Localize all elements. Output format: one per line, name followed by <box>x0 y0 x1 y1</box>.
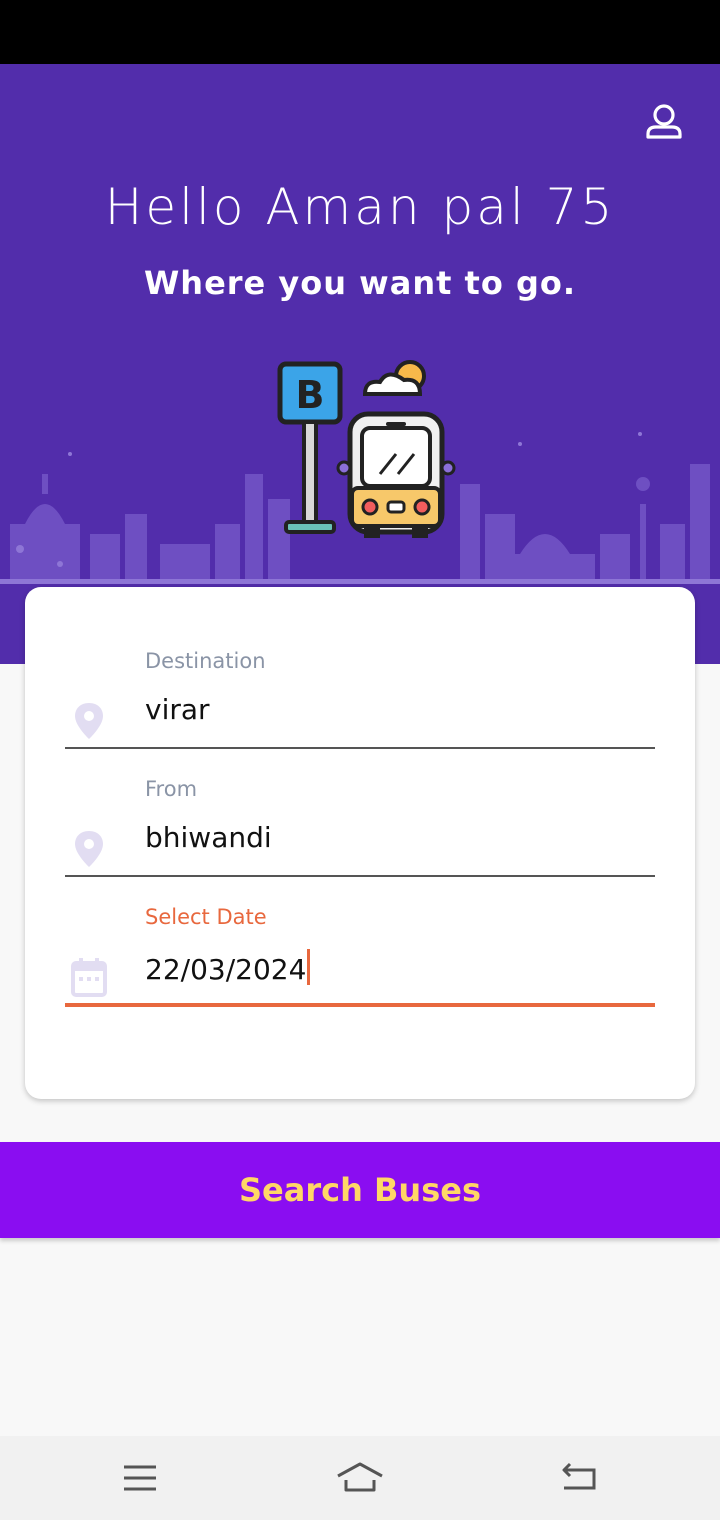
system-nav-bar <box>0 1436 720 1520</box>
menu-nav-button[interactable] <box>118 1456 162 1500</box>
home-nav-button[interactable] <box>334 1456 386 1500</box>
date-underline <box>65 1003 655 1007</box>
date-field[interactable]: Select Date 22/03/2024 <box>65 905 655 1025</box>
from-underline <box>65 875 655 877</box>
location-pin-icon <box>75 703 103 739</box>
date-label: Select Date <box>145 905 267 929</box>
back-nav-button[interactable] <box>558 1456 602 1500</box>
person-icon <box>646 104 682 139</box>
greeting-title: Hello Aman pal 75 <box>104 178 616 236</box>
home-icon <box>337 1462 383 1492</box>
profile-button[interactable] <box>640 100 688 148</box>
search-form-card: Destination virar From bhiwandi Select D… <box>25 587 695 1099</box>
destination-input[interactable]: virar <box>145 693 210 726</box>
destination-field[interactable]: Destination virar <box>65 649 655 769</box>
menu-icon <box>124 1465 156 1491</box>
text-cursor <box>307 949 311 985</box>
location-pin-icon <box>75 831 103 867</box>
destination-underline <box>65 747 655 749</box>
bus-stop-illustration: B <box>277 360 456 538</box>
svg-text:B: B <box>296 373 325 417</box>
back-icon <box>562 1462 596 1490</box>
date-value: 22/03/2024 <box>145 953 307 986</box>
destination-label: Destination <box>145 649 266 673</box>
calendar-icon <box>71 958 107 997</box>
from-field[interactable]: From bhiwandi <box>65 777 655 897</box>
header-banner: Hello Aman pal 75 Where you want to go. <box>0 64 720 664</box>
date-input[interactable]: 22/03/2024 <box>145 949 311 986</box>
search-buses-button[interactable]: Search Buses <box>0 1142 720 1238</box>
from-label: From <box>145 777 198 801</box>
from-input[interactable]: bhiwandi <box>145 821 272 854</box>
status-bar <box>0 0 720 64</box>
page-subtitle: Where you want to go. <box>143 264 576 302</box>
